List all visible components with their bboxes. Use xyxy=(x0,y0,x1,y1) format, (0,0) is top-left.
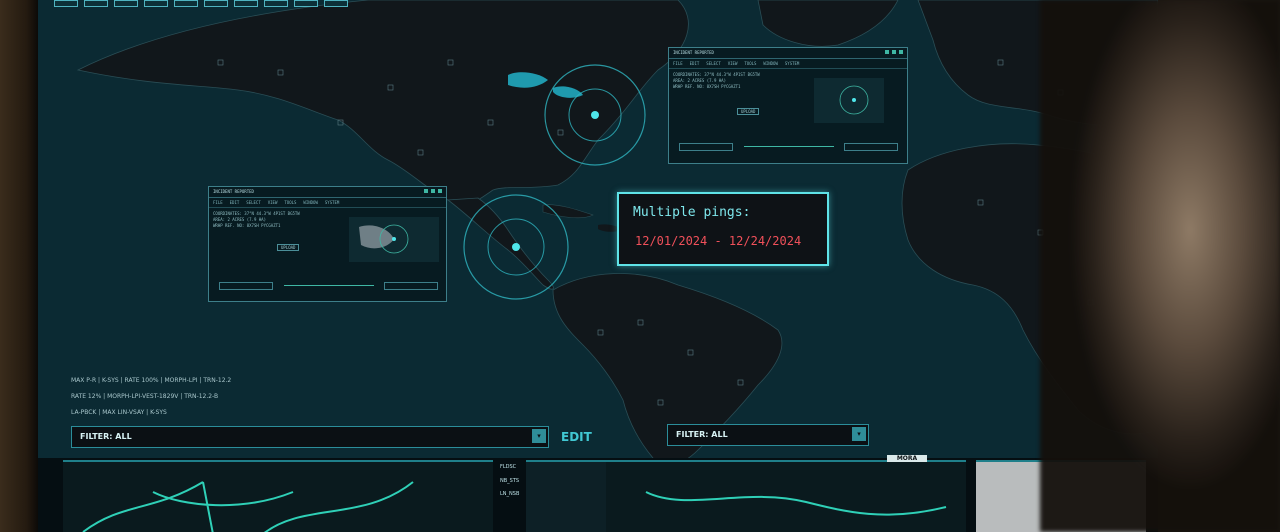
monitor-bezel xyxy=(0,0,38,532)
window-controls xyxy=(885,50,903,54)
bottom-panel-strip: FLDSC NB_STS LN_NSB xyxy=(38,458,1158,532)
toolbar-button[interactable] xyxy=(234,0,258,7)
window-controls xyxy=(424,189,442,193)
menu-item[interactable]: WINDOW xyxy=(303,200,317,205)
menu-item[interactable]: EDIT xyxy=(230,200,240,205)
menu-item[interactable]: EDIT xyxy=(690,61,700,66)
incident-menu-bar: FILE EDIT SELECT VIEW TOOLS WINDOW SYSTE… xyxy=(669,59,907,69)
toolbar-button[interactable] xyxy=(324,0,348,7)
menu-item[interactable]: TOOLS xyxy=(284,200,296,205)
menu-item[interactable]: TOOLS xyxy=(744,61,756,66)
observer-silhouette xyxy=(1040,0,1280,532)
bottom-map-panel-1[interactable] xyxy=(63,460,493,532)
incident-minimap xyxy=(349,217,439,262)
panel-tag: NB_STS xyxy=(500,478,520,484)
incident-window-central-america[interactable]: INCIDENT REPORTED FILE EDIT SELECT VIEW … xyxy=(208,186,447,302)
pings-alert-title: Multiple pings: xyxy=(633,205,751,220)
status-line-1: MAX P-R | K-SYS | RATE 100% | MORPH-LPI … xyxy=(71,377,232,384)
menu-item[interactable]: FILE xyxy=(673,61,683,66)
menu-item[interactable]: SYSTEM xyxy=(785,61,799,66)
incident-minimap xyxy=(814,78,884,123)
toolbar-button[interactable] xyxy=(264,0,288,7)
top-toolbar xyxy=(54,0,348,7)
maximize-icon[interactable] xyxy=(892,50,896,54)
route-lines xyxy=(526,462,947,532)
incident-slider[interactable] xyxy=(284,285,374,286)
incident-window-title: INCIDENT REPORTED xyxy=(669,48,907,59)
map-screen: INCIDENT REPORTED FILE EDIT SELECT VIEW … xyxy=(38,0,1158,532)
mora-badge: MORA xyxy=(887,455,927,462)
toolbar-button[interactable] xyxy=(294,0,318,7)
incident-menu-bar: FILE EDIT SELECT VIEW TOOLS WINDOW SYSTE… xyxy=(209,198,446,208)
status-line-2: RATE 12% | MORPH-LPI-VEST-1829V | TRN-12… xyxy=(71,393,219,400)
panel-tag: FLDSC xyxy=(500,464,517,470)
upload-button[interactable]: UPLOAD xyxy=(737,108,760,115)
filter-label: FILTER: ALL xyxy=(80,432,132,441)
menu-item[interactable]: VIEW xyxy=(268,200,278,205)
incident-field-right[interactable] xyxy=(844,143,898,151)
incident-slider[interactable] xyxy=(744,146,834,147)
menu-item[interactable]: SYSTEM xyxy=(325,200,339,205)
pings-alert-box: Multiple pings: 12/01/2024 - 12/24/2024 xyxy=(617,192,829,266)
world-map[interactable] xyxy=(38,0,1158,532)
status-line-3: LA-PBCK | MAX LIN-VSAY | K-SYS xyxy=(71,409,167,416)
upload-button[interactable]: UPLOAD xyxy=(277,244,300,251)
filter-label: FILTER: ALL xyxy=(676,430,728,439)
incident-field-left[interactable] xyxy=(219,282,273,290)
menu-item[interactable]: WINDOW xyxy=(763,61,777,66)
incident-field-right[interactable] xyxy=(384,282,438,290)
toolbar-button[interactable] xyxy=(174,0,198,7)
menu-item[interactable]: SELECT xyxy=(246,200,260,205)
pings-date-range: 12/01/2024 - 12/24/2024 xyxy=(635,234,802,248)
chevron-down-icon[interactable]: ▾ xyxy=(852,427,866,441)
incident-window-northeast[interactable]: INCIDENT REPORTED FILE EDIT SELECT VIEW … xyxy=(668,47,908,164)
filter-dropdown-left[interactable]: FILTER: ALL ▾ xyxy=(71,426,549,448)
toolbar-button[interactable] xyxy=(144,0,168,7)
minimize-icon[interactable] xyxy=(885,50,889,54)
route-lines xyxy=(82,481,414,532)
menu-item[interactable]: SELECT xyxy=(706,61,720,66)
bottom-map-panel-2[interactable] xyxy=(526,460,966,532)
close-icon[interactable] xyxy=(899,50,903,54)
close-icon[interactable] xyxy=(438,189,442,193)
incident-window-title: INCIDENT REPORTED xyxy=(209,187,446,198)
maximize-icon[interactable] xyxy=(431,189,435,193)
edit-button[interactable]: EDIT xyxy=(561,430,592,444)
minimize-icon[interactable] xyxy=(424,189,428,193)
chevron-down-icon[interactable]: ▾ xyxy=(532,429,546,443)
toolbar-button[interactable] xyxy=(204,0,228,7)
menu-item[interactable]: VIEW xyxy=(728,61,738,66)
filter-dropdown-right[interactable]: FILTER: ALL ▾ xyxy=(667,424,869,446)
toolbar-button[interactable] xyxy=(84,0,108,7)
menu-item[interactable]: FILE xyxy=(213,200,223,205)
incident-field-left[interactable] xyxy=(679,143,733,151)
toolbar-button[interactable] xyxy=(54,0,78,7)
panel-tag: LN_NSB xyxy=(500,491,520,497)
toolbar-button[interactable] xyxy=(114,0,138,7)
